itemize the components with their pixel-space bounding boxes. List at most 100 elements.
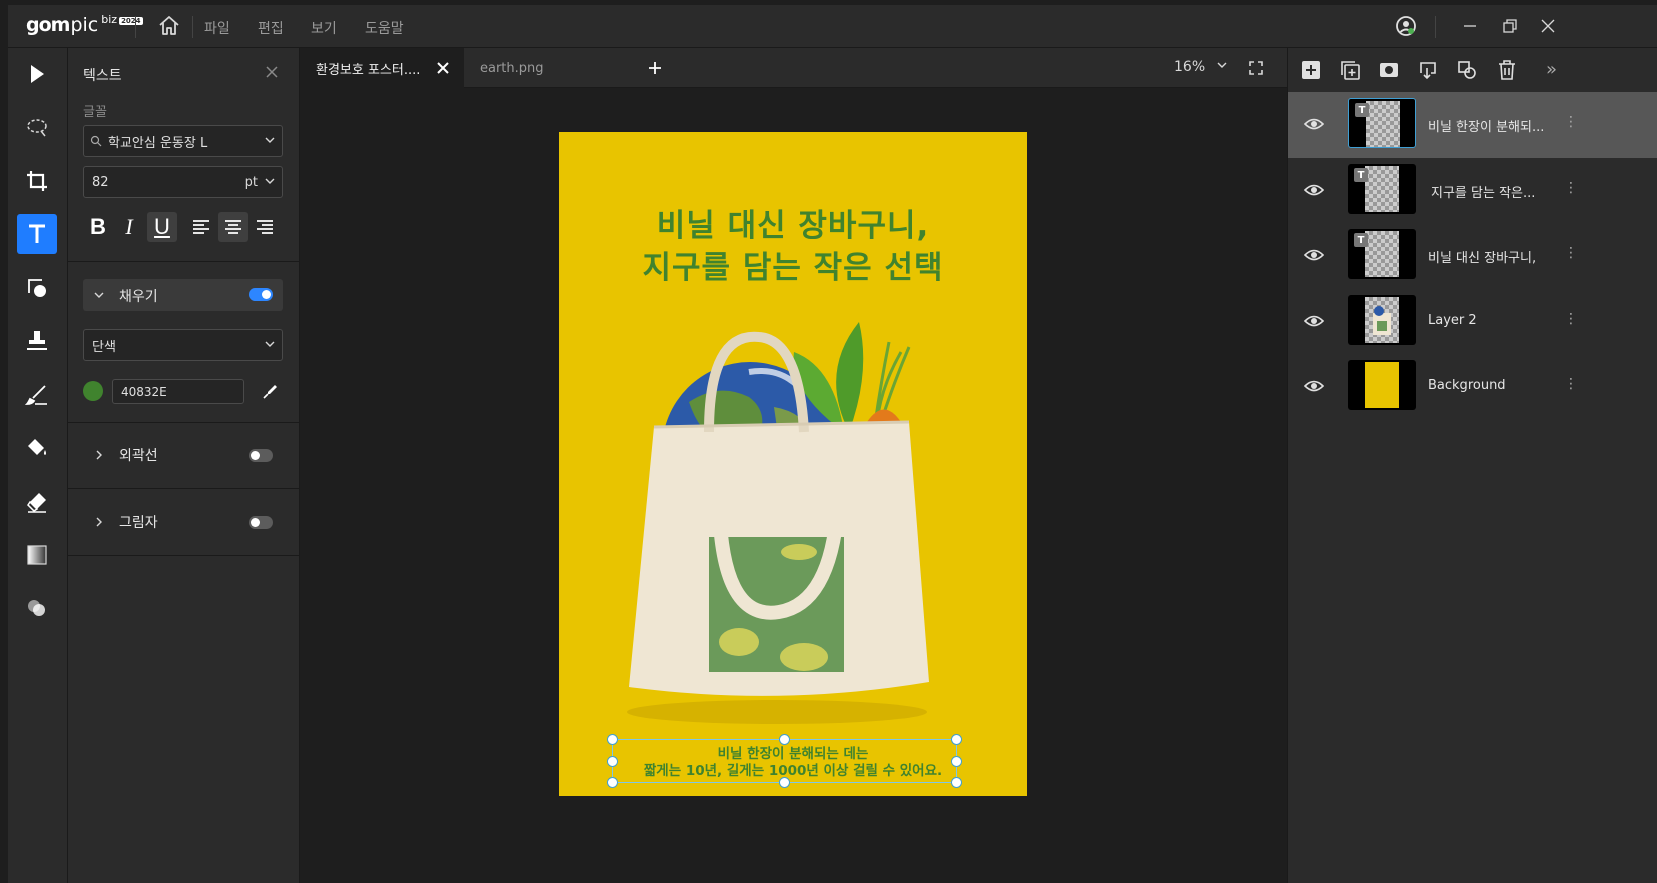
account-button[interactable] <box>1394 14 1418 38</box>
stamp-icon <box>27 331 47 350</box>
more-options-icon[interactable]: ⋮ <box>1564 180 1578 196</box>
tote-bag-illustration[interactable] <box>559 312 1027 732</box>
eye-icon[interactable] <box>1304 182 1324 198</box>
eye-icon[interactable] <box>1304 378 1324 394</box>
canvas-area[interactable]: 비닐 대신 장바구니, 지구를 담는 작은 선택 비닐 한장이 분해되는 데는 … <box>300 88 1287 883</box>
layer-row[interactable]: T 비닐 한장이 분해되... ⋮ <box>1288 92 1657 158</box>
text-tool[interactable] <box>17 214 57 254</box>
stroke-section-header[interactable]: 외곽선 <box>83 440 283 470</box>
divider <box>68 422 300 423</box>
fill-type-select[interactable]: 단색 <box>83 329 283 361</box>
layer-row[interactable]: T 비닐 대신 장바구니, ⋮ <box>1288 223 1657 289</box>
layer-row[interactable]: T 지구를 담는 작은... ⋮ <box>1288 158 1657 224</box>
select-tool[interactable] <box>17 54 57 94</box>
new-layer-button[interactable] <box>1300 59 1322 81</box>
merge-down-button[interactable] <box>1417 59 1439 81</box>
menu-file[interactable]: 파일 <box>204 18 230 38</box>
brush-tool[interactable] <box>17 375 57 415</box>
crop-tool[interactable] <box>17 161 57 201</box>
resize-handle[interactable] <box>779 734 790 745</box>
fill-toggle[interactable] <box>249 288 273 301</box>
poster-canvas[interactable]: 비닐 대신 장바구니, 지구를 담는 작은 선택 비닐 한장이 분해되는 데는 … <box>559 132 1027 796</box>
stroke-label: 외곽선 <box>119 448 158 464</box>
zoom-value: 16% <box>1174 59 1206 75</box>
select-arrow-icon <box>31 65 44 83</box>
stamp-tool[interactable] <box>17 321 57 361</box>
align-center-button[interactable] <box>218 212 248 242</box>
eye-icon[interactable] <box>1304 247 1324 263</box>
resize-handle[interactable] <box>607 756 618 767</box>
stroke-toggle[interactable] <box>249 449 273 462</box>
layer-row[interactable]: Background ⋮ <box>1288 354 1657 420</box>
resize-handle[interactable] <box>779 777 790 788</box>
font-label: 글꼴 <box>83 105 107 120</box>
layer-thumbnail: T <box>1348 164 1416 214</box>
resize-handle[interactable] <box>951 777 962 788</box>
transparency-checker <box>1365 166 1399 212</box>
resize-handle[interactable] <box>951 756 962 767</box>
eraser-tool[interactable] <box>17 482 57 522</box>
resize-handle[interactable] <box>607 734 618 745</box>
eye-icon[interactable] <box>1304 116 1324 132</box>
text-layer-badge-icon: T <box>1354 233 1368 247</box>
close-icon[interactable] <box>436 61 450 75</box>
zoom-select[interactable]: 16% <box>1174 59 1228 75</box>
gradient-tool[interactable] <box>17 535 57 575</box>
layer-style-button[interactable] <box>1456 59 1478 81</box>
menu-view[interactable]: 보기 <box>311 18 337 38</box>
fill-section-header[interactable]: 채우기 <box>83 279 283 311</box>
divider <box>135 16 136 38</box>
home-button[interactable] <box>156 13 182 39</box>
logo-gom: gom <box>26 14 70 36</box>
align-right-icon <box>257 220 273 234</box>
app-logo: gom pic biz 2024 <box>26 13 143 36</box>
close-window-button[interactable] <box>1536 14 1560 38</box>
tab-label: earth.png <box>480 60 544 76</box>
more-options-icon[interactable]: ⋮ <box>1564 114 1578 130</box>
shadow-section-header[interactable]: 그림자 <box>83 507 283 537</box>
eyedropper-button[interactable] <box>261 383 279 401</box>
fill-color-swatch[interactable] <box>83 381 103 401</box>
eye-icon[interactable] <box>1304 313 1324 329</box>
underline-button[interactable]: U <box>147 212 177 242</box>
more-options-icon[interactable]: ⋮ <box>1564 245 1578 261</box>
trash-icon <box>1499 60 1515 80</box>
collapse-panel-button[interactable]: » <box>1546 59 1568 81</box>
resize-handle[interactable] <box>607 777 618 788</box>
shape-tool[interactable] <box>17 268 57 308</box>
menu-help[interactable]: 도움말 <box>365 18 404 38</box>
font-select[interactable]: 학교안심 운동장 L <box>83 125 283 157</box>
delete-layer-button[interactable] <box>1496 59 1518 81</box>
duplicate-layer-button[interactable] <box>1339 59 1361 81</box>
fill-tool[interactable] <box>17 428 57 468</box>
italic-button[interactable]: I <box>114 212 144 242</box>
font-size-field[interactable]: 82 pt <box>83 166 283 198</box>
resize-handle[interactable] <box>951 734 962 745</box>
menu-edit[interactable]: 편집 <box>258 18 284 38</box>
poster-title-line1[interactable]: 비닐 대신 장바구니, <box>559 200 1027 245</box>
add-tab-button[interactable] <box>645 58 665 78</box>
poster-title-line2[interactable]: 지구를 담는 작은 선택 <box>559 242 1027 287</box>
layer-thumbnail <box>1348 360 1416 410</box>
blend-tool[interactable] <box>17 588 57 628</box>
more-options-icon[interactable]: ⋮ <box>1564 311 1578 327</box>
mask-button[interactable] <box>1378 59 1400 81</box>
tab-poster[interactable]: 환경보호 포스터.... <box>300 48 464 88</box>
bold-button[interactable]: B <box>83 212 113 242</box>
chevron-down-icon <box>94 292 104 298</box>
minimize-button[interactable] <box>1458 14 1482 38</box>
shadow-toggle[interactable] <box>249 516 273 529</box>
restore-button[interactable] <box>1498 14 1522 38</box>
shape-icon <box>28 279 46 297</box>
tab-earth[interactable]: earth.png <box>464 48 630 88</box>
align-left-button[interactable] <box>186 212 216 242</box>
align-left-icon <box>193 220 209 234</box>
properties-panel: 텍스트 글꼴 학교안심 운동장 L 82 pt B I U 채우기 단색 408… <box>68 48 300 883</box>
fit-screen-button[interactable] <box>1248 60 1264 76</box>
align-right-button[interactable] <box>250 212 280 242</box>
more-options-icon[interactable]: ⋮ <box>1564 376 1578 392</box>
fill-color-hex-input[interactable]: 40832E <box>112 379 244 404</box>
panel-close-button[interactable] <box>264 64 280 80</box>
layer-row[interactable]: Layer 2 ⋮ <box>1288 289 1657 355</box>
lasso-tool[interactable] <box>17 108 57 148</box>
